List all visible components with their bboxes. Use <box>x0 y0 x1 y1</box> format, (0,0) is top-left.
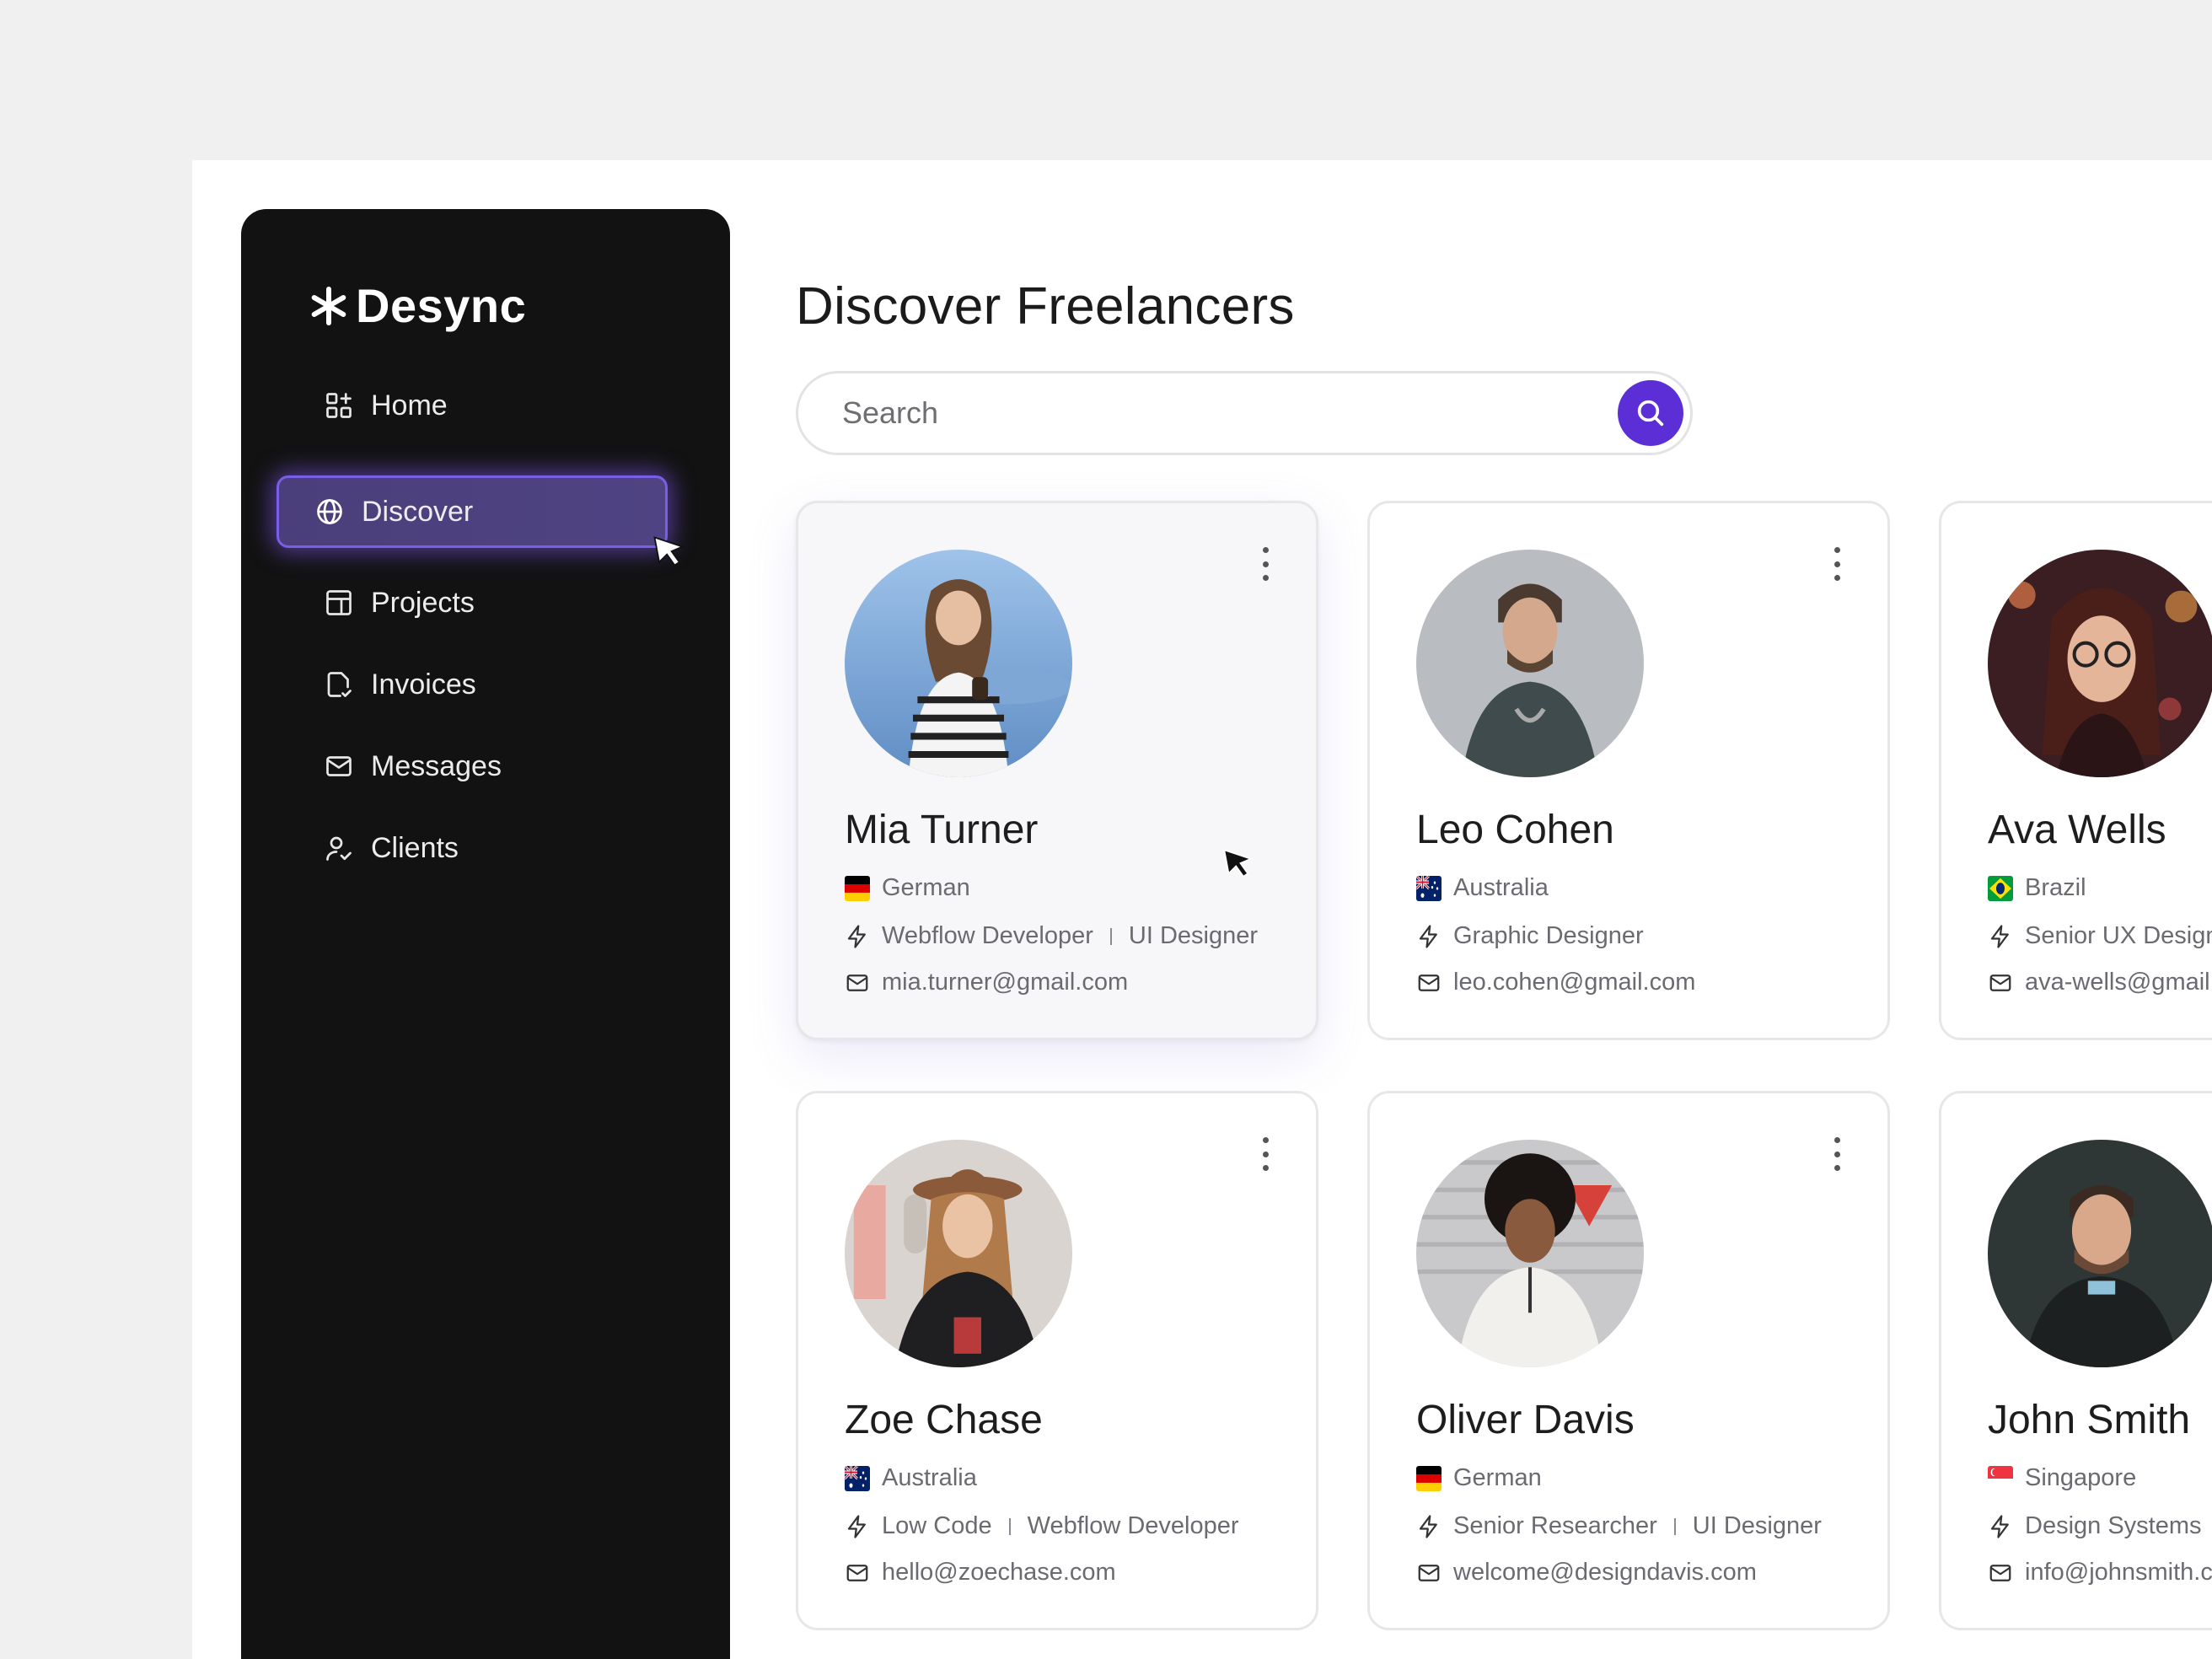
more-options-icon[interactable] <box>1257 1137 1274 1171</box>
search-input[interactable] <box>842 373 1567 453</box>
lightning-icon <box>847 924 866 948</box>
avatar <box>845 1140 1072 1367</box>
lightning-icon <box>847 1514 866 1538</box>
brand-name: Desync <box>356 279 527 332</box>
sidebar-item-clients[interactable]: Clients <box>288 812 679 884</box>
freelancer-card[interactable]: Ava Wells Brazil Senior UX Designe ava-w… <box>1939 501 2212 1040</box>
sidebar-item-messages[interactable]: Messages <box>288 730 679 803</box>
freelancer-country: German <box>1416 1464 1542 1492</box>
sidebar-item-projects[interactable]: Projects <box>288 566 679 639</box>
freelancer-roles: Design Systems <box>1988 1512 2212 1540</box>
freelancer-country: German <box>845 874 970 902</box>
avatar <box>1988 550 2212 777</box>
brazil-flag-icon <box>1988 875 2013 901</box>
grid-icon <box>326 393 352 418</box>
sidebar-item-label: Discover <box>362 495 474 528</box>
freelancer-card[interactable]: Mia Turner German Webflow Developer UI De… <box>796 501 1318 1040</box>
freelancer-roles: Low Code Webflow Developer <box>845 1512 1239 1540</box>
asterisk-logo-icon <box>311 286 346 325</box>
separator <box>1109 927 1112 945</box>
sidebar-item-label: Invoices <box>371 668 476 701</box>
avatar <box>1416 550 1644 777</box>
avatar <box>845 550 1072 777</box>
avatar <box>1988 1140 2212 1367</box>
mail-icon <box>846 1564 868 1581</box>
sidebar-item-label: Clients <box>371 831 459 864</box>
freelancer-name: Ava Wells <box>1988 808 2166 852</box>
document-check-icon <box>327 672 352 697</box>
freelancer-email[interactable]: welcome@designdavis.com <box>1416 1559 1757 1587</box>
cursor-arrow-icon <box>653 536 685 566</box>
australia-flag-icon <box>1416 875 1442 901</box>
more-options-icon[interactable] <box>1828 1137 1845 1171</box>
mail-icon <box>846 974 868 991</box>
brand-logo[interactable]: Desync <box>309 278 526 333</box>
freelancer-roles: Senior Researcher UI Designer <box>1416 1512 1822 1540</box>
mail-icon <box>1418 974 1440 991</box>
sidebar: Desync Home Discover Projects Invoices M… <box>241 209 730 1659</box>
freelancer-name: Mia Turner <box>845 808 1039 852</box>
app-window: Desync Home Discover Projects Invoices M… <box>192 160 2212 1659</box>
layout-icon <box>326 590 352 615</box>
lightning-icon <box>1419 1514 1437 1538</box>
freelancer-country: Australia <box>845 1464 977 1492</box>
search-icon <box>1637 400 1664 427</box>
freelancer-name: Zoe Chase <box>845 1398 1043 1442</box>
user-check-icon <box>326 836 352 861</box>
freelancer-name: Leo Cohen <box>1416 808 1614 852</box>
freelancer-email[interactable]: info@johnsmith.c <box>1988 1559 2212 1587</box>
freelancer-email[interactable]: hello@zoechase.com <box>845 1559 1116 1587</box>
sidebar-item-label: Home <box>371 389 448 421</box>
separator <box>1673 1517 1676 1535</box>
mail-icon <box>1418 1564 1440 1581</box>
freelancer-roles: Senior UX Designe <box>1988 922 2212 950</box>
sidebar-item-discover[interactable]: Discover <box>276 475 668 548</box>
separator <box>1008 1517 1011 1535</box>
lightning-icon <box>1990 924 2009 948</box>
freelancer-email[interactable]: mia.turner@gmail.com <box>845 969 1128 996</box>
more-options-icon[interactable] <box>1257 547 1274 581</box>
mail-icon <box>1989 1564 2011 1581</box>
germany-flag-icon <box>845 875 870 901</box>
singapore-flag-icon <box>1988 1465 2013 1491</box>
freelancer-country: Singapore <box>1988 1464 2136 1492</box>
more-options-icon[interactable] <box>1828 547 1845 581</box>
sidebar-item-label: Projects <box>371 586 475 619</box>
freelancer-card[interactable]: Leo Cohen Australia Graphic Designer leo… <box>1367 501 1890 1040</box>
lightning-icon <box>1990 1514 2009 1538</box>
freelancer-card[interactable]: John Smith Singapore Design Systems info… <box>1939 1091 2212 1630</box>
freelancer-name: John Smith <box>1988 1398 2191 1442</box>
search-bar <box>796 371 1693 455</box>
sidebar-item-home[interactable]: Home <box>288 369 679 442</box>
globe-icon <box>317 499 342 524</box>
page-title: Discover Freelancers <box>796 277 1295 336</box>
sidebar-item-label: Messages <box>371 749 502 782</box>
freelancer-roles: Graphic Designer <box>1416 922 1644 950</box>
sidebar-item-invoices[interactable]: Invoices <box>288 648 679 721</box>
freelancer-card[interactable]: Oliver Davis German Senior Researcher UI … <box>1367 1091 1890 1630</box>
cursor-arrow-icon <box>1223 848 1254 878</box>
freelancer-roles: Webflow Developer UI Designer <box>845 922 1258 950</box>
germany-flag-icon <box>1416 1465 1442 1491</box>
mail-icon <box>1989 974 2011 991</box>
australia-flag-icon <box>845 1465 870 1491</box>
freelancer-card[interactable]: Zoe Chase Australia Low Code Webflow Deve… <box>796 1091 1318 1630</box>
freelancer-country: Australia <box>1416 874 1549 902</box>
mail-icon <box>326 756 352 776</box>
lightning-icon <box>1419 924 1437 948</box>
avatar <box>1416 1140 1644 1367</box>
freelancer-name: Oliver Davis <box>1416 1398 1635 1442</box>
search-button[interactable] <box>1618 380 1683 446</box>
freelancer-email[interactable]: ava-wells@gmail.c <box>1988 969 2212 996</box>
freelancer-email[interactable]: leo.cohen@gmail.com <box>1416 969 1695 996</box>
freelancer-country: Brazil <box>1988 874 2086 902</box>
